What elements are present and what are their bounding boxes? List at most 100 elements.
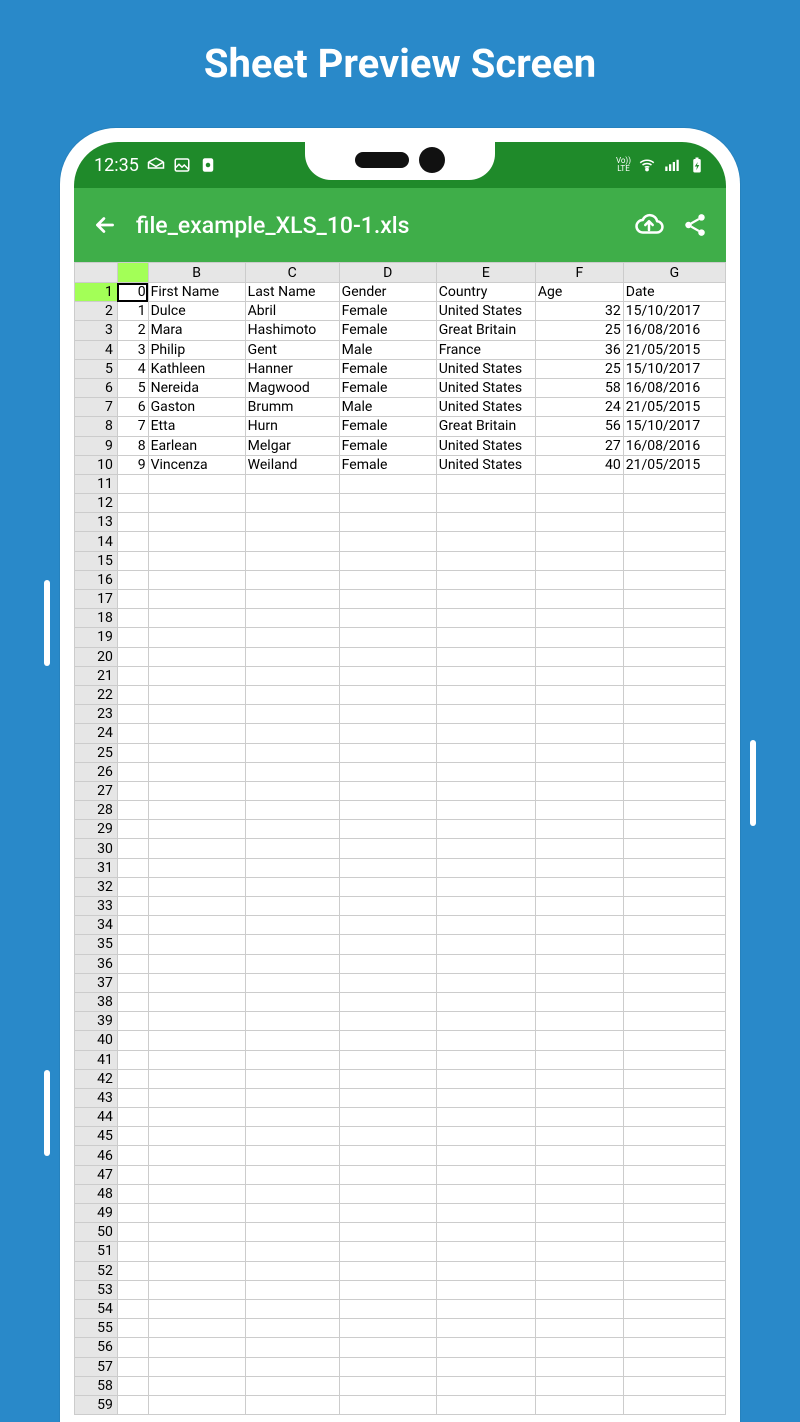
row-header[interactable]: 57 (75, 1357, 118, 1376)
row-header[interactable]: 10 (75, 455, 118, 474)
cell[interactable] (623, 973, 725, 992)
cell[interactable] (339, 877, 436, 896)
cell[interactable] (148, 1376, 245, 1395)
cell[interactable] (117, 532, 148, 551)
cell[interactable] (535, 1319, 623, 1338)
cell[interactable] (436, 724, 535, 743)
cell[interactable] (148, 1127, 245, 1146)
cell[interactable] (148, 1357, 245, 1376)
row-header[interactable]: 45 (75, 1127, 118, 1146)
table-row[interactable]: 48 (75, 1184, 726, 1203)
table-row[interactable]: 32 (75, 877, 726, 896)
cell[interactable] (623, 743, 725, 762)
cell[interactable] (148, 992, 245, 1011)
cell[interactable] (117, 820, 148, 839)
cell[interactable]: 25 (535, 359, 623, 378)
cell[interactable] (117, 1319, 148, 1338)
cell[interactable]: Country (436, 283, 535, 302)
cell[interactable] (436, 609, 535, 628)
row-header[interactable]: 59 (75, 1395, 118, 1414)
row-header[interactable]: 30 (75, 839, 118, 858)
table-row[interactable]: 87EttaHurnFemaleGreat Britain5615/10/201… (75, 417, 726, 436)
cell[interactable]: 21/05/2015 (623, 455, 725, 474)
row-header[interactable]: 24 (75, 724, 118, 743)
cell[interactable] (339, 513, 436, 532)
cell[interactable] (148, 762, 245, 781)
cell[interactable]: Female (339, 455, 436, 474)
cell[interactable] (436, 858, 535, 877)
cell[interactable]: Female (339, 436, 436, 455)
cell[interactable] (535, 1146, 623, 1165)
cell[interactable]: Great Britain (436, 417, 535, 436)
cell[interactable] (245, 973, 339, 992)
cell[interactable] (117, 705, 148, 724)
row-header[interactable]: 44 (75, 1108, 118, 1127)
cell[interactable]: 36 (535, 340, 623, 359)
cell[interactable] (117, 916, 148, 935)
cell[interactable] (623, 1184, 725, 1203)
cell[interactable] (245, 609, 339, 628)
row-header[interactable]: 26 (75, 762, 118, 781)
cell[interactable] (535, 1127, 623, 1146)
cell[interactable] (436, 801, 535, 820)
cell[interactable] (535, 1108, 623, 1127)
cell[interactable]: United States (436, 378, 535, 397)
cell[interactable]: Hurn (245, 417, 339, 436)
cell[interactable]: 27 (535, 436, 623, 455)
cell[interactable] (436, 666, 535, 685)
cell[interactable] (623, 762, 725, 781)
cell[interactable] (117, 1050, 148, 1069)
cell[interactable] (148, 1338, 245, 1357)
cell[interactable]: 16/08/2016 (623, 378, 725, 397)
cell[interactable]: Female (339, 302, 436, 321)
cell[interactable] (623, 1088, 725, 1107)
cell[interactable] (623, 820, 725, 839)
cell[interactable] (339, 762, 436, 781)
cell[interactable] (245, 1338, 339, 1357)
cell[interactable] (245, 1165, 339, 1184)
cell[interactable] (339, 1280, 436, 1299)
cell[interactable]: 7 (117, 417, 148, 436)
table-row[interactable]: 54KathleenHannerFemaleUnited States2515/… (75, 359, 726, 378)
cell[interactable] (339, 992, 436, 1011)
cell[interactable] (148, 724, 245, 743)
cell[interactable]: Philip (148, 340, 245, 359)
cell[interactable] (623, 1127, 725, 1146)
cell[interactable] (436, 1357, 535, 1376)
cell[interactable] (535, 1031, 623, 1050)
row-header[interactable]: 39 (75, 1012, 118, 1031)
cell[interactable] (148, 551, 245, 570)
row-header[interactable]: 32 (75, 877, 118, 896)
cell[interactable]: Date (623, 283, 725, 302)
cell[interactable]: 15/10/2017 (623, 359, 725, 378)
cell[interactable] (148, 1280, 245, 1299)
cell[interactable] (245, 1050, 339, 1069)
cell[interactable] (436, 1242, 535, 1261)
row-header[interactable]: 58 (75, 1376, 118, 1395)
table-row[interactable]: 65NereidaMagwoodFemaleUnited States5816/… (75, 378, 726, 397)
cell[interactable] (117, 992, 148, 1011)
cell[interactable] (339, 551, 436, 570)
cell[interactable] (436, 935, 535, 954)
cell[interactable]: Earlean (148, 436, 245, 455)
cell[interactable] (245, 590, 339, 609)
cell[interactable] (436, 474, 535, 493)
cell[interactable] (148, 1165, 245, 1184)
table-row[interactable]: 49 (75, 1204, 726, 1223)
row-header[interactable]: 4 (75, 340, 118, 359)
cell[interactable] (339, 705, 436, 724)
cell[interactable] (623, 474, 725, 493)
cell[interactable] (339, 1395, 436, 1414)
cell[interactable] (117, 954, 148, 973)
cell[interactable] (535, 1376, 623, 1395)
cell[interactable] (535, 973, 623, 992)
cell[interactable] (245, 858, 339, 877)
cell[interactable] (339, 474, 436, 493)
cell[interactable]: 1 (117, 302, 148, 321)
cell[interactable] (623, 705, 725, 724)
cell[interactable] (436, 590, 535, 609)
table-row[interactable]: 52 (75, 1261, 726, 1280)
table-row[interactable]: 35 (75, 935, 726, 954)
cell[interactable] (339, 666, 436, 685)
cell[interactable] (148, 666, 245, 685)
